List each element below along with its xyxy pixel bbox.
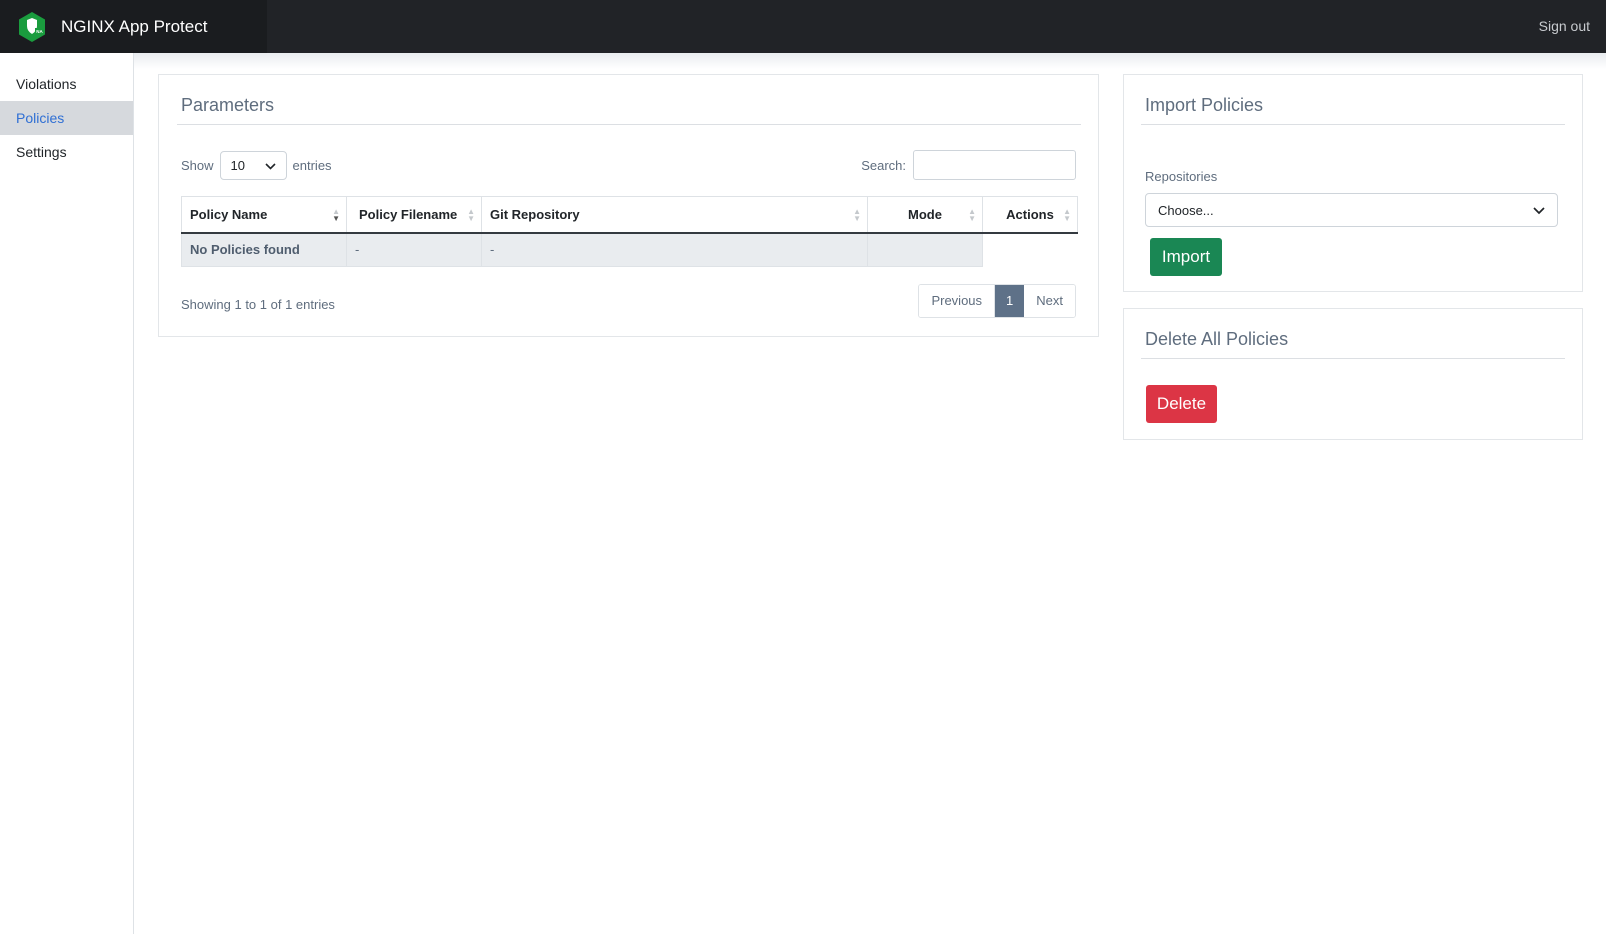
table-cell-actions	[982, 232, 1078, 267]
sidebar: Violations Policies Settings	[0, 53, 134, 934]
repositories-select-value: Choose...	[1158, 202, 1214, 218]
parameters-card: Parameters Show 10 entries Search: Polic…	[158, 74, 1099, 337]
pagination: Previous 1 Next	[918, 284, 1076, 318]
column-header-policy-name[interactable]: Policy Name ▲ ▼	[181, 196, 347, 234]
import-policies-title: Import Policies	[1145, 95, 1264, 115]
chevron-down-icon	[264, 158, 276, 173]
policies-table: Policy Name ▲ ▼ Policy Filename ▲ ▼ Git Re…	[181, 196, 1078, 267]
sort-icon: ▲ ▼	[1063, 207, 1071, 223]
sidebar-item-violations[interactable]: Violations	[0, 67, 133, 101]
table-search: Search:	[861, 150, 1076, 180]
table-row: No Policies found - -	[181, 232, 1078, 267]
sidebar-item-settings[interactable]: Settings	[0, 135, 133, 169]
table-cell-policy-filename: -	[346, 232, 482, 267]
previous-page-button[interactable]: Previous	[919, 285, 996, 317]
next-page-button[interactable]: Next	[1024, 285, 1075, 317]
table-info: Showing 1 to 1 of 1 entries	[181, 297, 335, 312]
header-shadow	[134, 53, 1606, 69]
entries-select[interactable]: 10	[219, 151, 287, 180]
sort-icon: ▲ ▼	[467, 207, 475, 223]
table-cell-git-repository: -	[481, 232, 868, 267]
table-header-row: Policy Name ▲ ▼ Policy Filename ▲ ▼ Git Re…	[181, 196, 1078, 234]
sidebar-item-policies[interactable]: Policies	[0, 101, 133, 135]
repositories-select[interactable]: Choose...	[1145, 193, 1558, 227]
table-cell-policy-name: No Policies found	[181, 232, 347, 267]
column-header-git-repository[interactable]: Git Repository ▲ ▼	[481, 196, 868, 234]
repositories-label: Repositories	[1145, 169, 1218, 184]
delete-all-policies-card: Delete All Policies Delete	[1123, 308, 1583, 440]
chevron-down-icon	[1533, 203, 1545, 218]
column-header-label: Mode	[908, 206, 942, 222]
column-header-label: Policy Filename	[359, 206, 458, 222]
sort-icon: ▲ ▼	[853, 207, 861, 223]
show-label: Show	[181, 158, 214, 173]
top-navbar: NA NGINX App Protect Sign out	[0, 0, 1606, 53]
import-button[interactable]: Import	[1150, 238, 1222, 276]
delete-button[interactable]: Delete	[1146, 385, 1217, 423]
nginx-shield-icon: NA	[14, 9, 50, 45]
column-header-actions[interactable]: Actions ▲ ▼	[982, 196, 1078, 234]
search-input[interactable]	[913, 150, 1076, 180]
entries-select-value: 10	[230, 158, 245, 173]
svg-text:NA: NA	[36, 29, 43, 34]
brand[interactable]: NA NGINX App Protect	[0, 0, 267, 53]
parameters-title: Parameters	[181, 95, 275, 115]
sign-out-link[interactable]: Sign out	[1539, 18, 1590, 34]
import-policies-card: Import Policies Repositories Choose... I…	[1123, 74, 1583, 292]
sort-icon: ▲ ▼	[332, 207, 340, 223]
entries-length-control: Show 10 entries	[181, 151, 332, 180]
sort-icon: ▲ ▼	[968, 207, 976, 223]
table-cell-mode	[867, 232, 983, 267]
search-label: Search:	[861, 157, 906, 173]
column-header-label: Git Repository	[490, 206, 580, 222]
entries-label: entries	[292, 158, 332, 173]
divider	[1141, 358, 1565, 359]
divider	[177, 124, 1081, 125]
delete-all-policies-title: Delete All Policies	[1145, 329, 1289, 349]
page-1-button[interactable]: 1	[995, 285, 1025, 317]
column-header-label: Actions	[1006, 206, 1054, 222]
column-header-mode[interactable]: Mode ▲ ▼	[867, 196, 983, 234]
column-header-policy-filename[interactable]: Policy Filename ▲ ▼	[346, 196, 482, 234]
app-title: NGINX App Protect	[61, 16, 208, 36]
column-header-label: Policy Name	[190, 206, 268, 222]
divider	[1141, 124, 1565, 125]
